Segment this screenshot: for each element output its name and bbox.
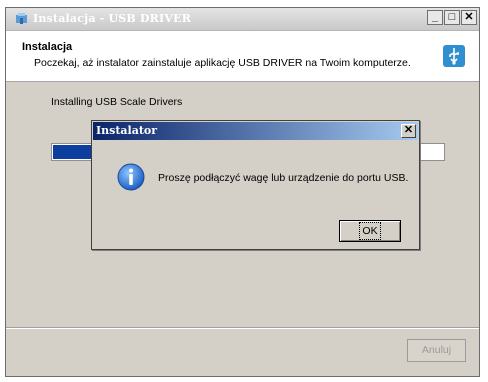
minimize-button[interactable]: _ <box>427 10 443 25</box>
status-text: Installing USB Scale Drivers <box>51 96 183 108</box>
dialog-title: Instalator <box>96 124 158 137</box>
window-title: Instalacja - USB DRIVER <box>33 12 192 25</box>
cancel-button[interactable]: Anuluj <box>407 339 466 362</box>
footer-divider <box>6 327 479 328</box>
page-title: Instalacja <box>22 41 73 53</box>
title-bar[interactable]: Instalacja - USB DRIVER _ □ ✕ <box>6 8 479 31</box>
usb-icon <box>443 45 465 67</box>
info-icon <box>117 163 145 191</box>
dialog-title-bar[interactable]: Instalator ✕ <box>93 122 418 140</box>
page-subtitle: Poczekaj, aż instalator zainstaluje apli… <box>34 57 411 69</box>
ok-button[interactable]: OK <box>339 220 401 242</box>
minimize-icon: _ <box>431 11 439 23</box>
dialog-message: Proszę podłączyć wagę lub urządzenie do … <box>158 172 409 184</box>
close-button[interactable]: ✕ <box>461 10 477 25</box>
maximize-button[interactable]: □ <box>444 10 460 25</box>
close-icon: ✕ <box>464 11 474 23</box>
ok-button-label: OK <box>359 222 381 240</box>
close-icon: ✕ <box>403 124 414 136</box>
header-panel: Instalacja Poczekaj, aż instalator zains… <box>6 31 479 82</box>
setup-icon <box>16 13 27 24</box>
message-dialog: Instalator ✕ Proszę podłączyć wagę lub u… <box>91 120 420 250</box>
maximize-icon: □ <box>448 11 456 23</box>
window-controls: _ □ ✕ <box>426 10 477 25</box>
dialog-close-button[interactable]: ✕ <box>401 124 416 138</box>
